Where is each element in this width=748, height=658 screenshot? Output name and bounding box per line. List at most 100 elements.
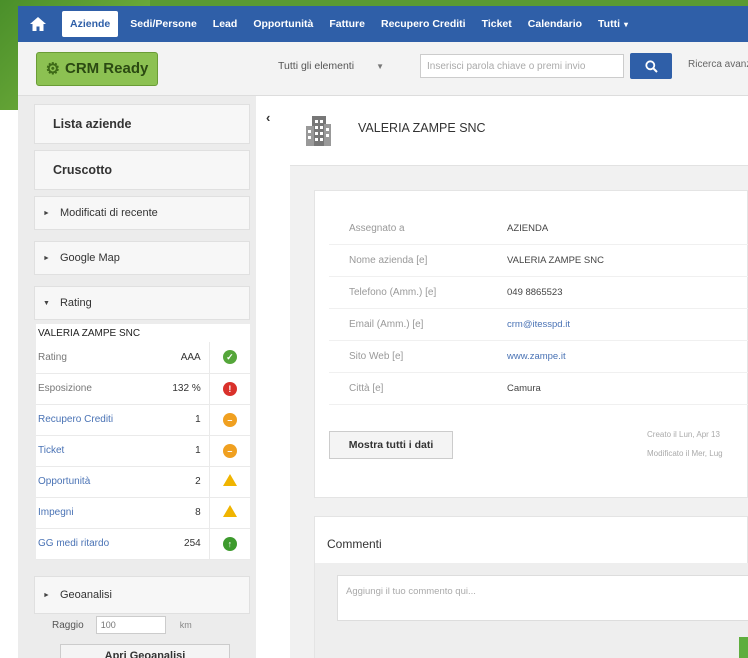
- created-info: Creato il Lun, Apr 13: [647, 430, 720, 439]
- field-label: Assegnato a: [349, 223, 405, 234]
- check-icon: ✓: [222, 350, 237, 365]
- rating-panel: VALERIA ZAMPE SNC Rating AAA ✓ Esposizio…: [36, 324, 250, 560]
- rating-label: Rating: [36, 342, 149, 374]
- nav-calendario[interactable]: Calendario: [520, 6, 590, 42]
- rating-value: AAA: [148, 342, 210, 374]
- post-comment-button[interactable]: [739, 637, 748, 658]
- field-row: Nome azienda [e] VALERIA ZAMPE SNC: [329, 245, 748, 277]
- table-row: Esposizione 132 % !: [36, 373, 250, 405]
- collapse-sidebar-icon[interactable]: ‹: [266, 110, 270, 125]
- rating-label: Esposizione: [36, 373, 149, 405]
- field-row: Email (Amm.) [e] crm@itesspd.it: [329, 309, 748, 341]
- rating-value: 2: [148, 466, 210, 498]
- alert-icon: !: [222, 381, 237, 396]
- building-icon: [306, 116, 331, 146]
- sidebar-google-map[interactable]: ► Google Map: [34, 241, 250, 275]
- sidebar-geoanalisi[interactable]: ► Geoanalisi: [34, 576, 250, 614]
- page-title: VALERIA ZAMPE SNC: [358, 121, 486, 135]
- raggio-row: Raggio 100 km: [52, 616, 192, 634]
- search-input[interactable]: Inserisci parola chiave o premi invio: [420, 54, 624, 78]
- sidebar-lista-aziende[interactable]: Lista aziende: [34, 104, 250, 144]
- field-label: Città [e]: [349, 383, 384, 394]
- field-label: Telefono (Amm.) [e]: [349, 287, 437, 298]
- comments-area: Aggiungi il tuo commento qui...: [315, 563, 748, 658]
- top-navigation: Aziende Sedi/Persone Lead Opportunità Fa…: [18, 6, 748, 42]
- field-value: 049 8865523: [507, 287, 563, 298]
- main-content: VALERIA ZAMPE SNC Assegnato a AZIENDA No…: [290, 96, 748, 658]
- field-label: Email (Amm.) [e]: [349, 319, 424, 330]
- nav-tutti-label: Tutti: [598, 18, 620, 30]
- field-row: Telefono (Amm.) [e] 049 8865523: [329, 277, 748, 309]
- email-link[interactable]: crm@itesspd.it: [497, 319, 570, 330]
- gear-icon: ⚙: [45, 60, 60, 78]
- sidebar-modificati-label: Modificati di recente: [59, 207, 158, 219]
- rating-value: 8: [148, 497, 210, 529]
- sidebar-cruscotto[interactable]: Cruscotto: [34, 150, 250, 190]
- apri-geoanalisi-button[interactable]: Apri Geoanalisi: [60, 644, 230, 658]
- raggio-input[interactable]: 100: [95, 616, 166, 634]
- field-row: Sito Web [e] www.zampe.it: [329, 341, 748, 373]
- warning-circle-icon: –: [222, 412, 237, 427]
- field-value: VALERIA ZAMPE SNC: [507, 255, 604, 266]
- sidebar-modificati[interactable]: ► Modificati di recente: [34, 196, 250, 230]
- field-label: Sito Web [e]: [349, 351, 404, 362]
- nav-sedi-persone[interactable]: Sedi/Persone: [122, 6, 205, 42]
- caret-right-icon: ►: [43, 591, 50, 599]
- field-label: Nome azienda [e]: [349, 255, 428, 266]
- crm-logo[interactable]: ⚙ CRM Ready: [36, 51, 158, 86]
- field-value: AZIENDA: [507, 223, 549, 234]
- rating-company-name: VALERIA ZAMPE SNC: [38, 328, 141, 339]
- rating-link-recupero[interactable]: Recupero Crediti: [36, 404, 149, 436]
- nav-tutti[interactable]: Tutti ▾: [590, 6, 636, 42]
- table-row: Rating AAA ✓: [36, 342, 250, 374]
- rating-value: 254: [148, 528, 210, 560]
- nav-opportunita[interactable]: Opportunità: [245, 6, 321, 42]
- show-all-data-button[interactable]: Mostra tutti i dati: [329, 431, 453, 459]
- sidebar-google-map-label: Google Map: [59, 252, 120, 264]
- rating-table: Rating AAA ✓ Esposizione 132 % ! Recuper…: [36, 342, 250, 560]
- sidebar-geoanalisi-label: Geoanalisi: [59, 589, 112, 601]
- rating-link-gg-ritardo[interactable]: GG medi ritardo: [36, 528, 149, 560]
- left-sidebar: Lista aziende Cruscotto ► Modificati di …: [18, 96, 256, 658]
- modified-info: Modificato il Mer, Lug: [647, 449, 723, 458]
- comments-panel: Commenti Aggiungi il tuo commento qui...: [314, 516, 748, 658]
- warning-circle-icon: –: [222, 443, 237, 458]
- header-bar: ⚙ CRM Ready Tutti gli elementi ▼ Inseris…: [18, 42, 748, 96]
- rating-link-ticket[interactable]: Ticket: [36, 435, 149, 467]
- raggio-label: Raggio: [52, 619, 84, 631]
- nav-ticket[interactable]: Ticket: [474, 6, 520, 42]
- table-row: Opportunità 2: [36, 466, 250, 498]
- rating-link-opportunita[interactable]: Opportunità: [36, 466, 149, 498]
- nav-aziende[interactable]: Aziende: [62, 11, 119, 37]
- nav-recupero-crediti[interactable]: Recupero Crediti: [373, 6, 474, 42]
- caret-right-icon: ►: [43, 209, 50, 217]
- search-button[interactable]: [630, 53, 672, 79]
- sidebar-rating-label: Rating: [59, 297, 92, 309]
- raggio-unit: km: [179, 620, 192, 630]
- record-title-bar: VALERIA ZAMPE SNC: [290, 96, 748, 166]
- search-scope-select[interactable]: Tutti gli elementi ▼: [274, 54, 424, 78]
- chevron-down-icon: ▾: [624, 19, 629, 29]
- chevron-down-icon: ▼: [376, 61, 384, 71]
- table-row: GG medi ritardo 254 ↑: [36, 528, 250, 560]
- search-icon: [644, 59, 658, 73]
- nav-fatture[interactable]: Fatture: [321, 6, 373, 42]
- rating-value: 132 %: [148, 373, 210, 405]
- sidebar-rating[interactable]: ▼ Rating: [34, 286, 250, 320]
- raggio-value: 100: [100, 620, 116, 630]
- nav-lead[interactable]: Lead: [205, 6, 246, 42]
- home-icon[interactable]: [18, 6, 58, 42]
- table-row: Ticket 1 –: [36, 435, 250, 467]
- comment-input[interactable]: Aggiungi il tuo commento qui...: [337, 575, 748, 621]
- rating-value: 1: [148, 404, 210, 436]
- caret-down-icon: ▼: [43, 299, 50, 307]
- rating-link-impegni[interactable]: Impegni: [36, 497, 149, 529]
- comment-placeholder: Aggiungi il tuo commento qui...: [346, 586, 476, 597]
- search-placeholder: Inserisci parola chiave o premi invio: [427, 60, 586, 72]
- field-row: Città [e] Camura: [329, 373, 748, 405]
- website-link[interactable]: www.zampe.it: [497, 351, 566, 362]
- warning-triangle-icon: [222, 474, 237, 486]
- field-row: Assegnato a AZIENDA: [329, 213, 748, 245]
- advanced-search-link[interactable]: Ricerca avanzata: [688, 59, 748, 70]
- caret-right-icon: ►: [43, 254, 50, 262]
